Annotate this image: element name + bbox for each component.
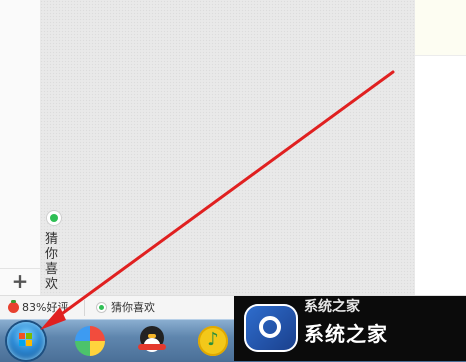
watermark-logo-icon	[244, 304, 298, 352]
green-dot-icon	[46, 210, 62, 226]
windows-start-orb-icon[interactable]	[7, 322, 45, 360]
content-area	[40, 0, 415, 295]
color-ball-app-icon[interactable]	[75, 326, 105, 356]
tomato-icon	[8, 299, 19, 313]
guess-you-like-tab[interactable]: 猜你喜欢	[42, 208, 64, 295]
guess-tab-label: 猜你喜欢	[45, 232, 59, 292]
rating-status[interactable]: 83%好评	[8, 299, 69, 316]
watermark: 系统之家 系统之家	[234, 296, 466, 361]
right-panel-header	[415, 0, 466, 56]
green-dot-icon	[96, 301, 107, 313]
watermark-top-text: 系统之家	[304, 299, 360, 315]
add-button[interactable]: +	[10, 270, 30, 292]
left-sidebar: +	[0, 0, 41, 295]
qq-penguin-icon[interactable]	[134, 324, 170, 358]
right-panel	[415, 0, 466, 295]
guess-status-text: 猜你喜欢	[111, 301, 155, 314]
guess-status[interactable]: 猜你喜欢	[96, 300, 155, 316]
windows-flag-icon	[19, 333, 33, 347]
rating-text: 83%好评	[22, 301, 69, 314]
status-divider	[84, 300, 85, 316]
qq-music-icon[interactable]: ♪	[195, 324, 231, 358]
watermark-text: 系统之家	[304, 322, 388, 346]
